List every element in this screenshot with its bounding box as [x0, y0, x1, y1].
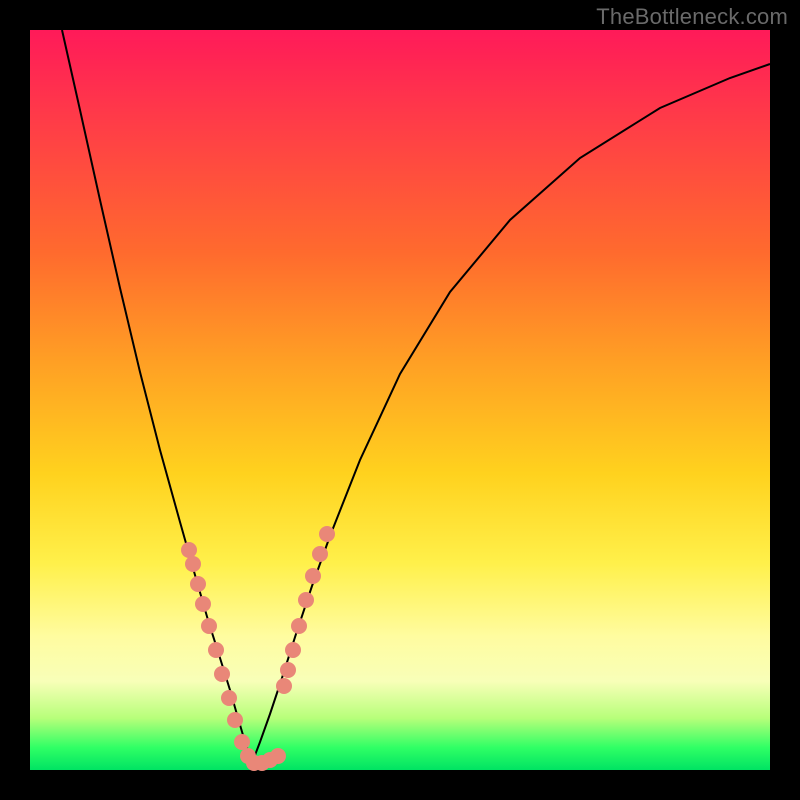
sample-dot	[276, 678, 292, 694]
sample-dot	[208, 642, 224, 658]
sample-dot	[319, 526, 335, 542]
sample-dot	[285, 642, 301, 658]
bottleneck-curve-svg	[30, 30, 770, 770]
sample-dot	[181, 542, 197, 558]
sample-dots	[181, 526, 335, 771]
sample-dot	[312, 546, 328, 562]
sample-dot	[190, 576, 206, 592]
chart-frame: TheBottleneck.com	[0, 0, 800, 800]
sample-dot	[227, 712, 243, 728]
sample-dot	[291, 618, 307, 634]
bottleneck-curve	[62, 30, 770, 763]
plot-area	[30, 30, 770, 770]
sample-dot	[185, 556, 201, 572]
sample-dot	[298, 592, 314, 608]
sample-dot	[221, 690, 237, 706]
sample-dot	[280, 662, 296, 678]
sample-dot	[214, 666, 230, 682]
sample-dot	[305, 568, 321, 584]
watermark-text: TheBottleneck.com	[596, 4, 788, 30]
sample-dot	[201, 618, 217, 634]
sample-dot	[195, 596, 211, 612]
sample-dot	[270, 748, 286, 764]
sample-dot	[234, 734, 250, 750]
